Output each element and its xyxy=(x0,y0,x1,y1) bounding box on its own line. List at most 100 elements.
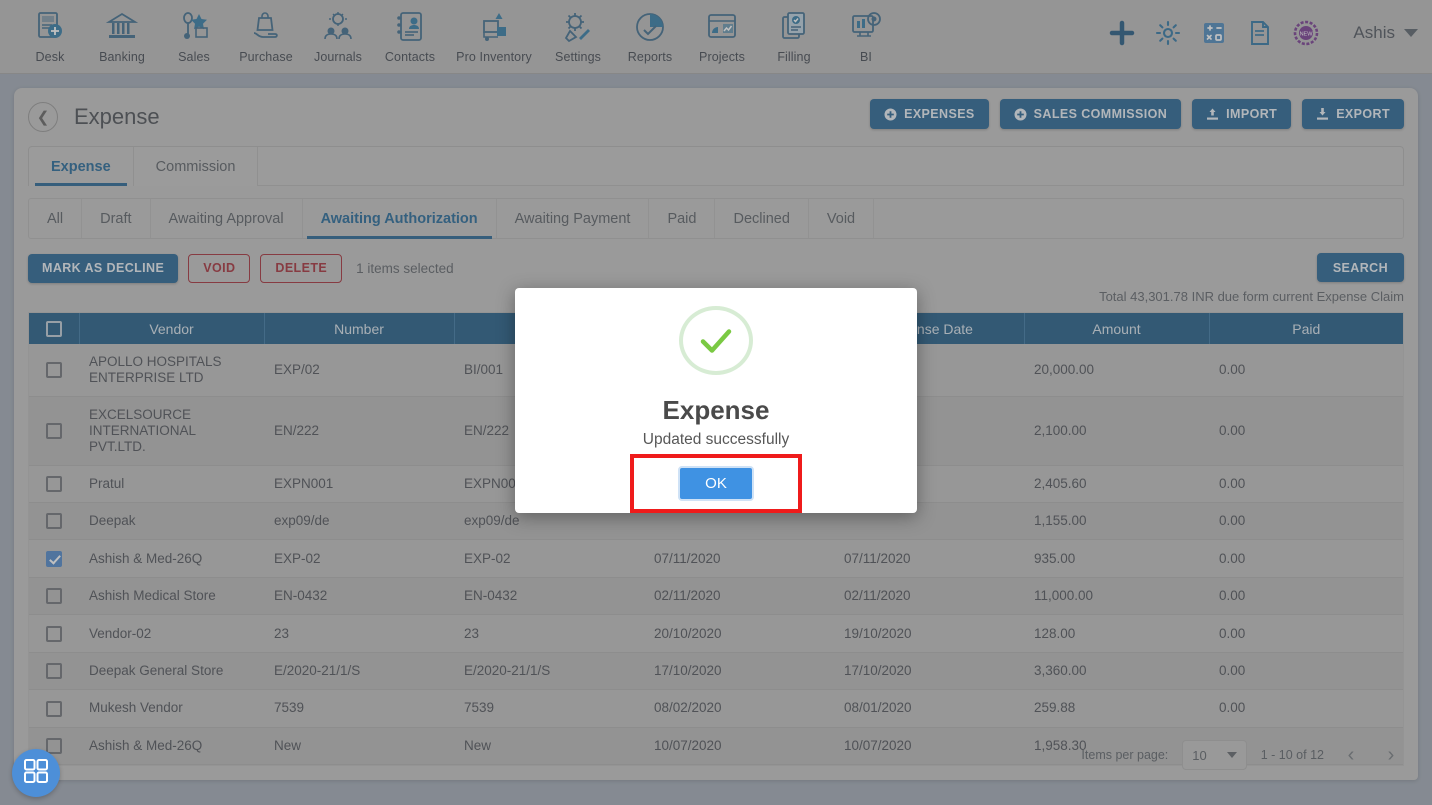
notes-icon[interactable] xyxy=(1247,20,1273,46)
status-tab-void[interactable]: Void xyxy=(809,199,875,238)
table-row[interactable]: Vendor-02 23 23 20/10/2020 19/10/2020 128.00 0… xyxy=(29,614,1403,653)
success-check-icon xyxy=(679,306,753,375)
delete-button[interactable]: DELETE xyxy=(260,253,343,283)
row-checkbox[interactable] xyxy=(46,476,62,493)
column-header-paid[interactable]: Paid xyxy=(1209,313,1403,344)
status-tab-awaiting-payment[interactable]: Awaiting Payment xyxy=(497,199,650,238)
nav-item-contacts[interactable]: Contacts xyxy=(374,6,446,64)
chevron-right-icon[interactable]: › xyxy=(1378,742,1404,768)
cell-number[interactable]: 23 xyxy=(264,614,454,653)
cell-number[interactable]: EN/222 xyxy=(264,396,454,466)
row-checkbox[interactable] xyxy=(46,513,62,530)
cell-number[interactable]: EXP/02 xyxy=(264,344,454,397)
row-checkbox[interactable] xyxy=(46,625,62,642)
nav-label: Settings xyxy=(555,50,601,64)
table-row[interactable]: Deepak General Store E/2020-21/1/S E/2020-… xyxy=(29,652,1403,691)
status-tab-paid[interactable]: Paid xyxy=(649,199,716,238)
cell-number[interactable]: EXP-02 xyxy=(264,539,454,578)
column-header-vendor[interactable]: Vendor xyxy=(79,313,265,344)
gear-icon[interactable] xyxy=(1155,20,1181,46)
back-icon[interactable]: ❮ xyxy=(28,102,58,132)
nav-item-journals[interactable]: Journals xyxy=(302,6,374,64)
sales-commission-button[interactable]: SALES COMMISSION xyxy=(999,99,1182,129)
row-checkbox[interactable] xyxy=(46,700,62,717)
ok-button-highlight: OK xyxy=(630,454,802,513)
row-checkbox[interactable] xyxy=(46,588,62,605)
card-header: ❮ Expense EXPENSES SALES COMMISSION IMPO… xyxy=(14,88,1418,146)
cell-vendor[interactable]: Deepak General Store xyxy=(79,652,264,691)
export-button[interactable]: EXPORT xyxy=(1302,99,1404,129)
cell-number[interactable]: EXPN001 xyxy=(264,465,454,504)
status-tab-all[interactable]: All xyxy=(29,199,83,238)
nav-item-banking[interactable]: Banking xyxy=(86,6,158,64)
cell-number[interactable]: E/2020-21/1/S xyxy=(264,652,454,691)
cell-vendor[interactable]: Deepak xyxy=(79,502,264,541)
cell-paid: 0.00 xyxy=(1209,344,1403,397)
cell-paid: 0.00 xyxy=(1209,614,1403,653)
void-button[interactable]: VOID xyxy=(188,253,251,283)
nav-item-pro-inventory[interactable]: Pro Inventory xyxy=(446,6,542,64)
apps-launcher-button[interactable] xyxy=(12,749,60,797)
table-row[interactable]: Ashish Medical Store EN-0432 EN-0432 02/11/… xyxy=(29,577,1403,616)
table-row[interactable]: Ashish & Med-26Q EXP-02 EXP-02 07/11/2020 07… xyxy=(29,539,1403,578)
search-button[interactable]: SEARCH xyxy=(1316,253,1404,282)
nav-item-reports[interactable]: Reports xyxy=(614,6,686,64)
cell-number[interactable]: 7539 xyxy=(264,689,454,728)
user-menu[interactable]: Ashis xyxy=(1353,23,1418,43)
plus-icon[interactable] xyxy=(1109,20,1135,46)
cell-vendor[interactable]: APOLLO HOSPITALS ENTERPRISE LTD xyxy=(79,344,264,397)
status-tab-draft[interactable]: Draft xyxy=(82,199,151,238)
cell-vendor[interactable]: Ashish & Med-26Q xyxy=(79,539,264,578)
cell-vendor[interactable]: Vendor-02 xyxy=(79,614,264,653)
tab-commission[interactable]: Commission xyxy=(134,147,259,186)
cell-amount: 11,000.00 xyxy=(1024,577,1209,616)
expenses-button[interactable]: EXPENSES xyxy=(870,99,989,129)
nav-item-purchase[interactable]: Purchase xyxy=(230,6,302,64)
purchase-icon xyxy=(247,8,285,46)
calculator-icon[interactable] xyxy=(1201,20,1227,46)
cell-number[interactable]: EN-0432 xyxy=(264,577,454,616)
row-checkbox[interactable] xyxy=(46,663,62,680)
nav-item-desk[interactable]: Desk xyxy=(14,6,86,64)
chevron-left-icon[interactable]: ‹ xyxy=(1338,742,1364,768)
row-checkbox[interactable] xyxy=(46,362,62,379)
table-row[interactable]: Mukesh Vendor 7539 7539 08/02/2020 08/01/202… xyxy=(29,689,1403,728)
tab-expense[interactable]: Expense xyxy=(29,147,134,186)
filling-icon xyxy=(775,8,813,46)
cell-vendor[interactable]: EXCELSOURCE INTERNATIONAL PVT.LTD. xyxy=(79,396,264,466)
status-tab-awaiting-approval[interactable]: Awaiting Approval xyxy=(151,199,303,238)
paginator: Items per page: 10 1 - 10 of 12 ‹ › xyxy=(1081,740,1404,770)
import-button[interactable]: IMPORT xyxy=(1192,99,1292,129)
nav-item-filling[interactable]: Filling xyxy=(758,6,830,64)
cell-paid: 0.00 xyxy=(1209,689,1403,728)
cell-expense-date: 10/07/2020 xyxy=(834,727,1024,766)
cell-amount: 935.00 xyxy=(1024,539,1209,578)
status-tab-declined[interactable]: Declined xyxy=(715,199,809,238)
nav-item-settings[interactable]: Settings xyxy=(542,6,614,64)
cell-amount: 20,000.00 xyxy=(1024,344,1209,397)
cell-paid: 0.00 xyxy=(1209,465,1403,504)
nav-item-projects[interactable]: Projects xyxy=(686,6,758,64)
nav-item-sales[interactable]: Sales xyxy=(158,6,230,64)
select-all-checkbox[interactable] xyxy=(45,321,62,338)
mark-as-decline-button[interactable]: MARK AS DECLINE xyxy=(28,253,179,283)
items-per-page-select[interactable]: 10 xyxy=(1182,740,1247,770)
cell-amount: 259.88 xyxy=(1024,689,1209,728)
ok-button[interactable]: OK xyxy=(678,466,754,501)
cell-vendor[interactable]: Mukesh Vendor xyxy=(79,689,264,728)
row-checkbox[interactable] xyxy=(46,550,62,567)
new-badge-icon[interactable]: NEW xyxy=(1293,20,1319,46)
cell-vendor[interactable]: Ashish Medical Store xyxy=(79,577,264,616)
cell-number[interactable]: exp09/de xyxy=(264,502,454,541)
cell-paid: 0.00 xyxy=(1209,502,1403,541)
cell-vendor[interactable]: Pratul xyxy=(79,465,264,504)
cell-number[interactable]: New xyxy=(264,727,454,766)
column-header-number[interactable]: Number xyxy=(264,313,455,344)
status-tab-label: Awaiting Approval xyxy=(168,210,284,227)
cell-vendor[interactable]: Ashish & Med-26Q xyxy=(79,727,264,766)
row-checkbox[interactable] xyxy=(46,422,62,439)
nav-item-bi[interactable]: BI xyxy=(830,6,902,64)
status-tab-awaiting-authorization[interactable]: Awaiting Authorization xyxy=(303,199,497,239)
column-header-amount[interactable]: Amount xyxy=(1024,313,1210,344)
journals-icon xyxy=(319,8,357,46)
